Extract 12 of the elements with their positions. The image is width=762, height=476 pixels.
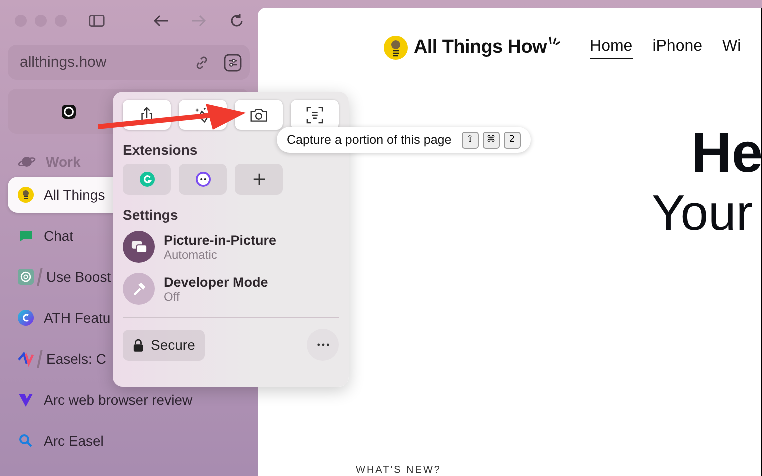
section-title: Extensions [123,142,199,158]
tooltip-text: Capture a portion of this page [287,133,452,147]
setting-value: Off [164,290,180,304]
keyboard-key: 2 [504,132,521,148]
page-subheading: Your [652,184,753,242]
keyboard-key: ⇧ [462,132,479,148]
setting-value: Automatic [164,248,218,262]
setting-title: Picture-in-Picture [164,232,277,248]
keyboard-key: ⌘ [482,132,500,148]
setting-title: Developer Mode [164,274,268,290]
section-label: WHAT'S NEW? [355,465,442,476]
section-title: Settings [123,207,180,223]
